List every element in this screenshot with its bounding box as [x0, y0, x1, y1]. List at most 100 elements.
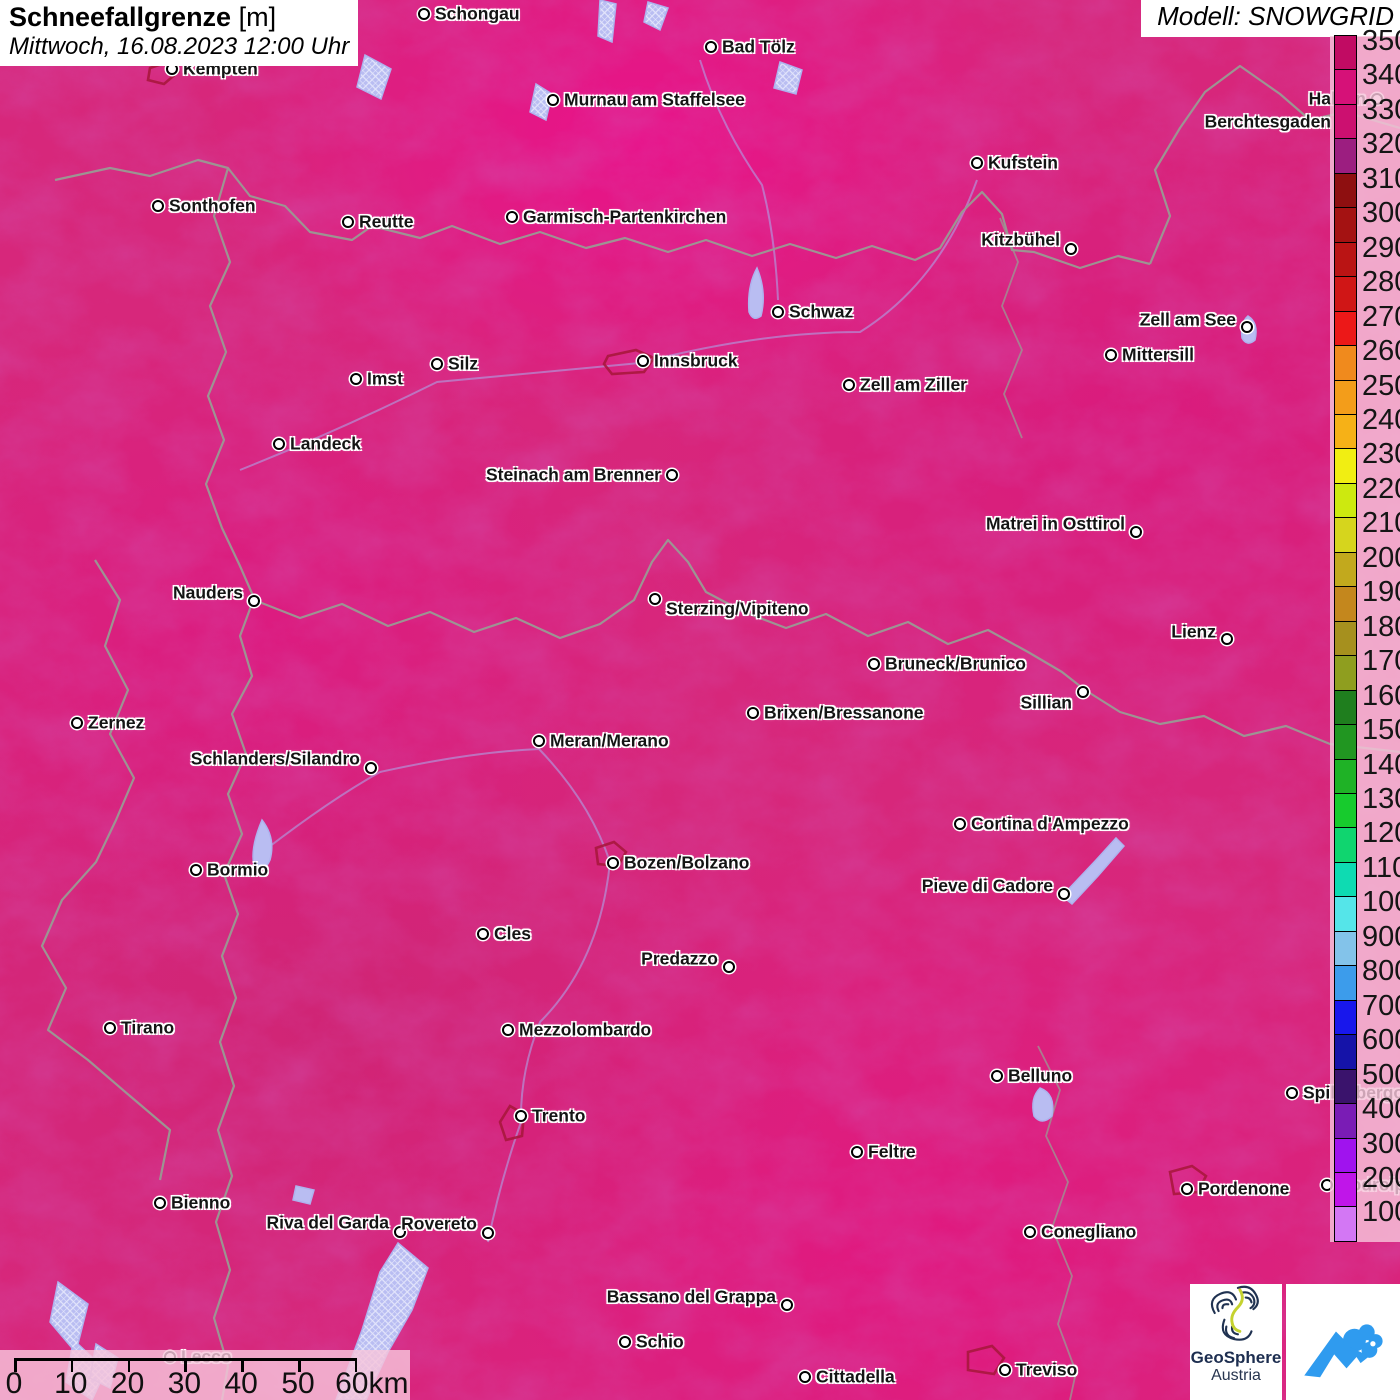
city-label: Zell am See [1140, 310, 1236, 331]
city-dot [705, 41, 717, 53]
city-label: Riva del Garda [266, 1213, 389, 1234]
city-label: Bruneck/Brunico [885, 654, 1026, 675]
city-label: Bienno [171, 1193, 230, 1214]
legend-swatch [1334, 345, 1357, 380]
city-dot [1024, 1226, 1036, 1238]
legend-swatch [1334, 931, 1357, 966]
city-label: Sterzing/Vipiteno [666, 599, 809, 620]
city-label: Landeck [290, 434, 361, 455]
city-label: Zell am Ziller [860, 375, 967, 396]
legend-value: 100 [1362, 1196, 1400, 1228]
city-dot [1181, 1183, 1193, 1195]
city-dot [154, 1197, 166, 1209]
scalebar: 0102030405060km [0, 1350, 410, 1400]
city-dot [747, 707, 759, 719]
legend-value: 200 [1362, 1162, 1400, 1194]
legend-value: 2800 [1362, 266, 1400, 298]
city-dot [772, 306, 784, 318]
legend-swatch [1334, 517, 1357, 552]
city-dot [515, 1110, 527, 1122]
legend-swatch [1334, 35, 1357, 70]
legend-value: 2600 [1362, 335, 1400, 367]
city-label: Sillian [1020, 693, 1072, 714]
city-label: Treviso [1016, 1360, 1077, 1381]
city-dot [1221, 633, 1233, 645]
city-label: Tirano [121, 1018, 174, 1039]
city-dot [799, 1371, 811, 1383]
city-dot [71, 717, 83, 729]
legend-value: 2000 [1362, 542, 1400, 574]
city-label: Berchtesgaden [1205, 112, 1331, 133]
city-dot [851, 1146, 863, 1158]
city-label: Schwaz [789, 302, 853, 323]
title-box: Schneefallgrenze [m] Mittwoch, 16.08.202… [0, 0, 358, 66]
legend-value: 300 [1362, 1128, 1400, 1160]
legend-swatch [1334, 655, 1357, 690]
legend-swatch [1334, 1069, 1357, 1104]
legend-value: 1000 [1362, 886, 1400, 918]
legend-swatch [1334, 862, 1357, 897]
legend-swatch [1334, 1206, 1357, 1241]
city-label: Pordenone [1198, 1179, 1289, 1200]
legend-swatch [1334, 552, 1357, 587]
legend-swatch [1334, 965, 1357, 1000]
city-label: Schio [636, 1332, 684, 1353]
legend-swatch [1334, 690, 1357, 725]
city-label: Matrei in Osttirol [986, 514, 1125, 535]
legend-swatch [1334, 483, 1357, 518]
legend-value: 1300 [1362, 783, 1400, 815]
city-dot [607, 857, 619, 869]
legend-value: 1500 [1362, 714, 1400, 746]
city-dot [482, 1227, 494, 1239]
city-dot [1065, 243, 1077, 255]
legend-swatch [1334, 69, 1357, 104]
city-label: Steinach am Brenner [486, 465, 661, 486]
city-label: Pieve di Cadore [922, 876, 1053, 897]
city-dot [477, 928, 489, 940]
city-label: Cles [494, 924, 531, 945]
legend-value: 600 [1362, 1024, 1400, 1056]
city-label: Sonthofen [169, 196, 256, 217]
city-dot [365, 762, 377, 774]
city-dot [666, 469, 678, 481]
city-dot [619, 1336, 631, 1348]
city-label: Lienz [1171, 622, 1216, 643]
legend-value: 1700 [1362, 645, 1400, 677]
city-label: Zernez [88, 713, 144, 734]
city-label: Belluno [1008, 1066, 1072, 1087]
city-dot [954, 818, 966, 830]
city-dot [104, 1022, 116, 1034]
city-label: Bad Tölz [722, 37, 795, 58]
legend-swatch [1334, 242, 1357, 277]
city-label: Murnau am Staffelsee [564, 90, 745, 111]
city-label: Cortina d'Ampezzo [971, 814, 1129, 835]
city-label: Brixen/Bressanone [764, 703, 924, 724]
legend-value: 900 [1362, 921, 1400, 953]
legend-value: 3300 [1362, 94, 1400, 126]
legend-value: 500 [1362, 1059, 1400, 1091]
legend-value: 2500 [1362, 370, 1400, 402]
legend-swatch [1334, 173, 1357, 208]
city-label: Cittadella [816, 1367, 895, 1388]
map-title-text: Schneefallgrenze [9, 2, 231, 32]
city-label: Kitzbühel [981, 230, 1060, 251]
legend-value: 400 [1362, 1093, 1400, 1125]
legend-value: 3100 [1362, 163, 1400, 195]
legend-value: 3200 [1362, 128, 1400, 160]
legend-value: 2700 [1362, 301, 1400, 333]
city-layer: SchongauBad TölzKemptenHalleinMurnau am … [0, 0, 1400, 1400]
city-dot [273, 438, 285, 450]
city-dot [506, 211, 518, 223]
city-label: Bassano del Grappa [607, 1287, 776, 1308]
legend-swatch [1334, 586, 1357, 621]
legend-swatch [1334, 276, 1357, 311]
city-dot [868, 658, 880, 670]
legend-swatch [1334, 1034, 1357, 1069]
mountain-logo-icon [1299, 1303, 1387, 1381]
city-label: Schongau [435, 4, 520, 25]
legend-swatch [1334, 311, 1357, 346]
legend-swatch [1334, 104, 1357, 139]
map-title: Schneefallgrenze [m] [9, 2, 349, 33]
city-label: Trento [532, 1106, 585, 1127]
legend-value: 1800 [1362, 611, 1400, 643]
